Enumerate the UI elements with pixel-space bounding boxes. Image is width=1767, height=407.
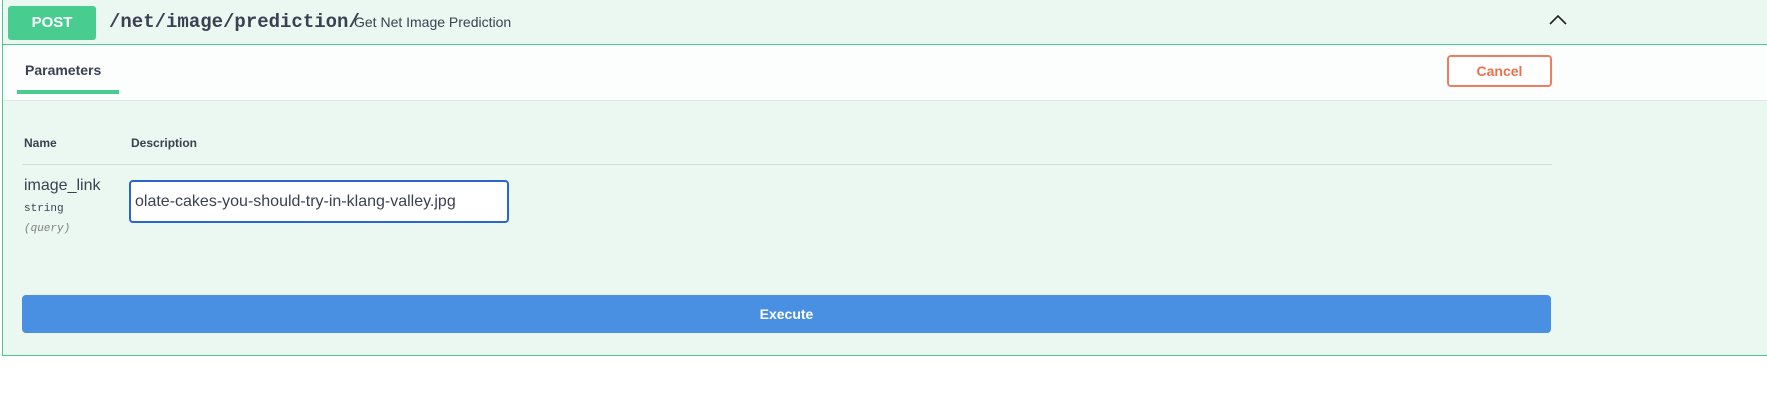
method-badge: POST	[8, 6, 96, 40]
operation-path: /net/image/prediction/	[109, 11, 360, 33]
divider	[22, 164, 1552, 165]
active-tab-indicator	[17, 90, 119, 94]
parameter-location: (query)	[24, 223, 71, 235]
tab-bar: Parameters Cancel	[3, 45, 1767, 101]
operation-summary[interactable]: POST /net/image/prediction/ Get Net Imag…	[3, 0, 1767, 45]
cancel-button[interactable]: Cancel	[1447, 55, 1552, 87]
operation-summary-text: Get Net Image Prediction	[354, 14, 512, 30]
column-header-description: Description	[131, 136, 198, 150]
tab-parameters[interactable]: Parameters	[25, 62, 101, 78]
execute-button[interactable]: Execute	[22, 295, 1551, 333]
chevron-up-icon[interactable]	[1548, 9, 1568, 29]
image-link-input[interactable]	[129, 180, 509, 223]
parameter-type: string	[24, 203, 64, 215]
parameter-name: image_link	[24, 177, 101, 194]
column-header-name: Name	[24, 136, 57, 150]
